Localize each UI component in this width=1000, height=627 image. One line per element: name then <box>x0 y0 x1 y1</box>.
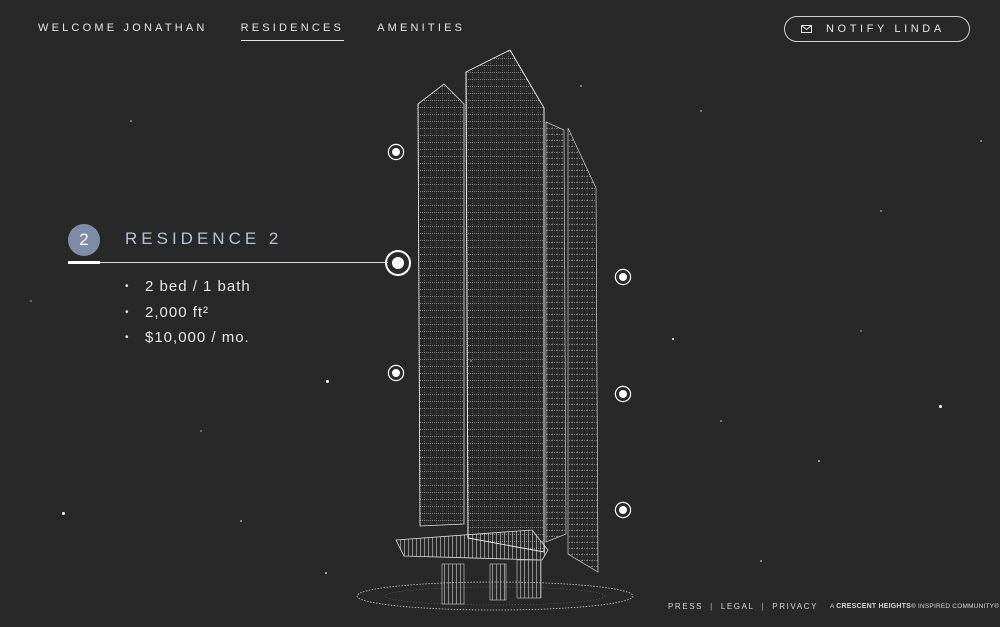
residence-connector-line <box>68 262 388 263</box>
residence-line-accent <box>68 261 100 264</box>
footer-link-legal[interactable]: LEGAL <box>721 602 755 611</box>
top-nav: WELCOME JONATHAN RESIDENCES AMENITIES <box>38 22 498 41</box>
star <box>130 120 132 122</box>
footer-divider: | <box>710 602 714 611</box>
star <box>30 300 32 302</box>
bullet-icon: • <box>125 332 130 343</box>
star <box>240 520 242 522</box>
notify-button-label: NOTIFY LINDA <box>826 23 945 35</box>
notify-button[interactable]: NOTIFY LINDA <box>784 16 970 42</box>
residence-price: $10,000 / mo. <box>145 329 250 346</box>
residence-hotspot-1[interactable] <box>389 145 403 159</box>
brand-name: CRESCENT HEIGHTS <box>836 603 911 610</box>
star <box>200 430 202 432</box>
star <box>760 560 762 562</box>
brand-prefix: A <box>830 603 835 610</box>
footer: PRESS | LEGAL | PRIVACY A CRESCENT HEIGH… <box>668 602 999 611</box>
residence-bed-bath: 2 bed / 1 bath <box>145 278 251 295</box>
star <box>880 210 882 212</box>
residence-area: 2,000 ft² <box>145 303 210 321</box>
star <box>818 460 820 462</box>
footer-link-press[interactable]: PRESS <box>668 602 703 611</box>
residence-hotspot-4[interactable] <box>616 270 630 284</box>
nav-residences[interactable]: RESIDENCES <box>240 22 345 41</box>
list-item: • $10,000 / mo. <box>125 328 251 354</box>
star <box>720 420 722 422</box>
residence-details-list: • 2 bed / 1 bath • 2,000 ft² • $10,000 / mo… <box>125 277 251 354</box>
list-item: • 2 bed / 1 bath <box>125 277 251 303</box>
residence-hotspot-6[interactable] <box>616 503 630 517</box>
star <box>700 110 702 112</box>
star <box>860 330 862 332</box>
bullet-icon: • <box>125 281 130 292</box>
star <box>980 140 982 142</box>
star <box>62 512 65 515</box>
brand-suffix: ® INSPIRED COMMUNITY® <box>911 603 1000 610</box>
star <box>672 338 674 340</box>
list-item: • 2,000 ft² <box>125 303 251 329</box>
brand-credit: A CRESCENT HEIGHTS® INSPIRED COMMUNITY® <box>830 603 999 610</box>
nav-welcome[interactable]: WELCOME JONATHAN <box>38 22 208 41</box>
footer-link-privacy[interactable]: PRIVACY <box>772 602 818 611</box>
nav-amenities[interactable]: AMENITIES <box>377 22 465 41</box>
residence-hotspot-5[interactable] <box>616 387 630 401</box>
residence-title: RESIDENCE 2 <box>125 229 283 248</box>
residence-explorer-screen: WELCOME JONATHAN RESIDENCES AMENITIES NO… <box>0 0 1000 627</box>
mail-icon <box>801 25 812 33</box>
residence-hotspot-2-active[interactable] <box>387 252 409 274</box>
footer-divider: | <box>761 602 766 611</box>
residence-hotspot-3[interactable] <box>389 366 403 380</box>
residence-number-badge: 2 <box>68 224 100 256</box>
star <box>326 380 329 383</box>
building-wireframe <box>356 49 634 611</box>
star <box>939 405 942 408</box>
bullet-icon: • <box>125 306 130 318</box>
star <box>325 572 327 574</box>
